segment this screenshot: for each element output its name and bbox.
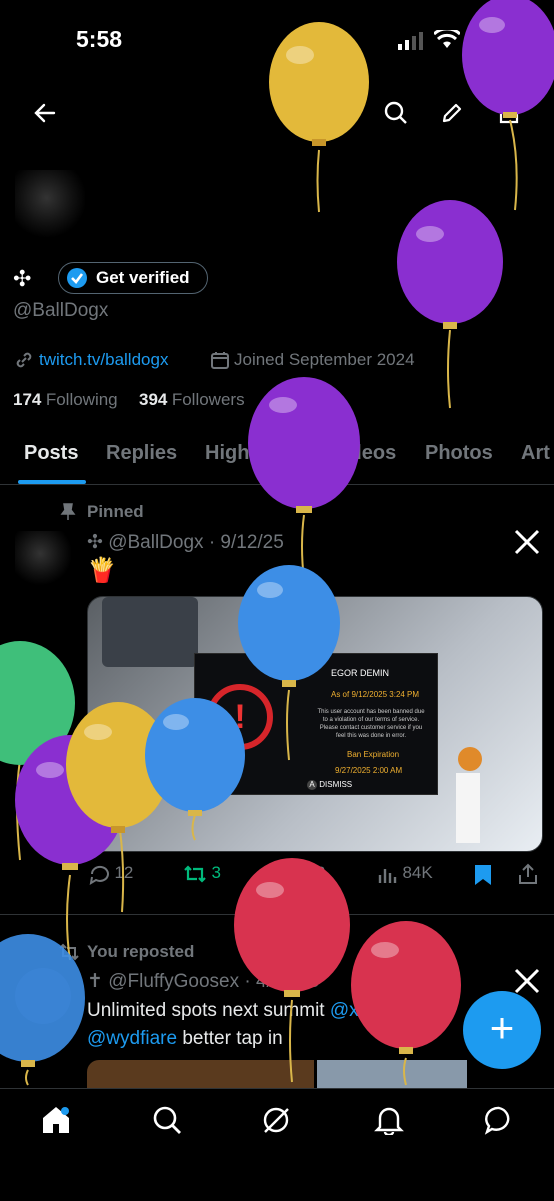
nav-grok-icon[interactable] [261,1105,291,1135]
compose-button[interactable]: + [463,991,541,1069]
balloon-yellow-top [269,22,369,213]
bottom-nav [0,1088,554,1201]
message-icon[interactable] [484,1105,514,1135]
bell-icon[interactable] [374,1105,404,1135]
balloon-blue-left [145,698,245,841]
balloon-red-right [351,921,461,1086]
nav-search-icon[interactable] [152,1105,182,1135]
balloon-blue-bottom-left [0,934,85,1086]
balloon-purple-middle [248,377,360,581]
balloon-purple-top [462,0,554,211]
balloon-purple-right [397,200,503,409]
home-icon[interactable] [40,1105,72,1135]
balloon-red-bottom [234,858,350,1083]
balloon-blue-middle [238,565,340,761]
plus-icon: + [489,1004,515,1051]
